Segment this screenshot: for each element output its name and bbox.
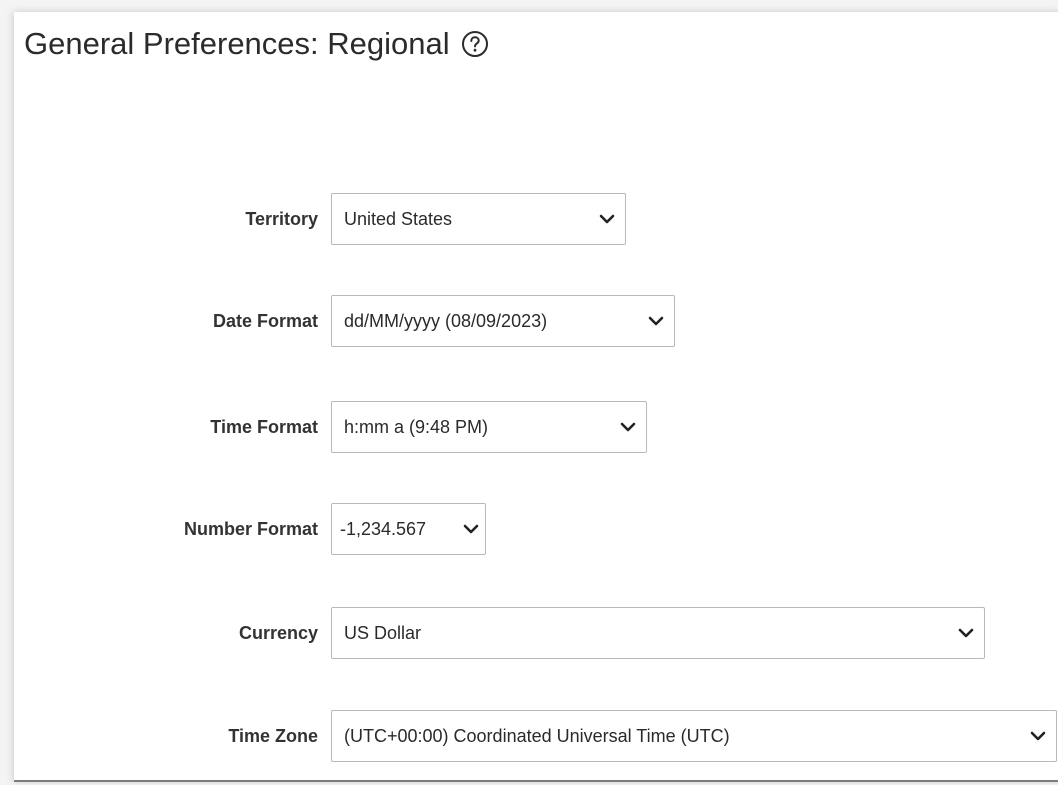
currency-select[interactable]: US Dollar bbox=[331, 607, 985, 659]
regional-preferences-panel: General Preferences: Regional Territory … bbox=[14, 12, 1058, 782]
number-format-label: Number Format bbox=[183, 519, 318, 539]
time-zone-label: Time Zone bbox=[228, 726, 318, 746]
currency-label: Currency bbox=[238, 623, 318, 643]
date-format-row: Date Format dd/MM/yyyy (08/09/2023) bbox=[14, 295, 1054, 347]
time-zone-select[interactable]: (UTC+00:00) Coordinated Universal Time (… bbox=[331, 710, 1057, 762]
date-format-value: dd/MM/yyyy (08/09/2023) bbox=[344, 310, 548, 331]
chevron-down-icon bbox=[620, 422, 636, 432]
chevron-down-icon bbox=[648, 316, 664, 326]
territory-label: Territory bbox=[245, 209, 318, 229]
number-format-row: Number Format -1,234.567 bbox=[14, 503, 1054, 555]
number-format-label-cell: Number Format bbox=[14, 519, 318, 539]
chevron-down-icon bbox=[958, 628, 974, 638]
time-zone-value: (UTC+00:00) Coordinated Universal Time (… bbox=[344, 725, 730, 746]
chevron-down-icon bbox=[599, 214, 615, 224]
time-format-label: Time Format bbox=[210, 417, 318, 437]
page-title: General Preferences: Regional bbox=[24, 26, 490, 62]
chevron-down-icon bbox=[463, 524, 479, 534]
chevron-down-icon bbox=[1030, 731, 1046, 741]
date-format-label: Date Format bbox=[212, 311, 318, 331]
time-format-row: Time Format h:mm a (9:48 PM) bbox=[14, 401, 1054, 453]
territory-label-cell: Territory bbox=[14, 209, 318, 229]
time-zone-row: Time Zone (UTC+00:00) Coordinated Univer… bbox=[14, 710, 1057, 762]
territory-select[interactable]: United States bbox=[331, 193, 626, 245]
number-format-value: -1,234.567 bbox=[340, 518, 427, 539]
time-format-select[interactable]: h:mm a (9:48 PM) bbox=[331, 401, 647, 453]
time-format-label-cell: Time Format bbox=[14, 417, 318, 437]
question-circle-icon[interactable] bbox=[460, 29, 490, 59]
territory-value: United States bbox=[344, 208, 453, 229]
currency-value: US Dollar bbox=[344, 622, 422, 643]
date-format-label-cell: Date Format bbox=[14, 311, 318, 331]
time-zone-label-cell: Time Zone bbox=[14, 726, 318, 746]
currency-row: Currency US Dollar bbox=[14, 607, 1054, 659]
territory-row: Territory United States bbox=[14, 193, 1054, 245]
time-format-value: h:mm a (9:48 PM) bbox=[344, 416, 489, 437]
number-format-select[interactable]: -1,234.567 bbox=[331, 503, 486, 555]
bottom-divider bbox=[14, 780, 1058, 782]
currency-label-cell: Currency bbox=[14, 623, 318, 643]
page-title-text: General Preferences: Regional bbox=[24, 26, 450, 61]
date-format-select[interactable]: dd/MM/yyyy (08/09/2023) bbox=[331, 295, 675, 347]
